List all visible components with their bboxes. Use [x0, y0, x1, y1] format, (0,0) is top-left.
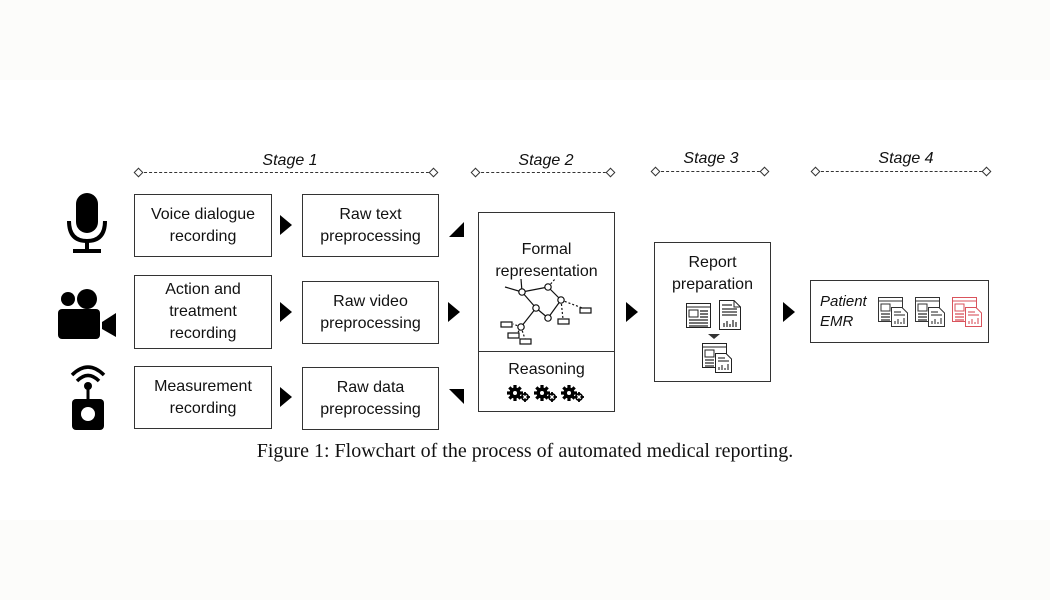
stage-1-end-marker [428, 167, 439, 178]
box-text-line: preprocessing [320, 400, 421, 418]
arrow-to-stage-3 [626, 302, 638, 322]
arrow-to-stage-2 [448, 302, 460, 322]
box-text-line: Action and [165, 281, 241, 298]
gears-icon [507, 385, 585, 403]
stage-1-span-line [139, 172, 434, 173]
box-text-line: Raw text [339, 205, 402, 223]
emr-report-icons [878, 297, 988, 329]
document-layout-icon [686, 303, 711, 328]
raw-data-preprocessing-box: Raw data preprocessing [302, 367, 439, 430]
arrow-right [280, 302, 292, 322]
stage-3-end-marker [759, 166, 770, 177]
wireless-sensor-icon [70, 365, 106, 430]
patient-emr-box: Patient EMR [810, 280, 989, 343]
reasoning-label: Reasoning [508, 361, 585, 378]
gear-icon [534, 385, 550, 401]
arrow-to-stage-4 [783, 302, 795, 322]
microphone-icon [67, 193, 107, 253]
stage-4-label: Stage 4 [878, 150, 934, 167]
stage-3-span-line [656, 171, 765, 172]
gear-icon [561, 385, 577, 401]
report-icon-highlighted [952, 297, 982, 327]
arrow-right [280, 215, 292, 235]
stage-4-end-marker [981, 166, 992, 177]
title-line: preparation [672, 276, 753, 293]
figure-caption: Figure 1: Flowchart of the process of au… [256, 440, 794, 462]
box-text-line: Voice dialogue [150, 205, 256, 223]
report-icon [915, 297, 945, 327]
measurement-recording-box: Measurement recording [134, 366, 272, 429]
title-line: Formal [521, 241, 572, 258]
box-text-line: Measurement [154, 377, 252, 395]
arrow-right [280, 387, 292, 407]
bottom-margin-band [0, 520, 1050, 600]
stage-2-span-line [476, 172, 611, 173]
voice-dialogue-recording-box: Voice dialogue recording [134, 194, 272, 257]
stage-2-start-marker [470, 167, 481, 178]
patient-emr-label: Patient EMR [820, 292, 867, 332]
label-line: EMR [820, 313, 854, 330]
stage-4-span-line [816, 171, 987, 172]
box-text-line: preprocessing [320, 227, 421, 245]
action-treatment-recording-box: Action and treatment recording [134, 275, 272, 349]
raw-text-preprocessing-box: Raw text preprocessing [302, 194, 439, 257]
stage-2-end-marker [605, 167, 616, 178]
arrow-to-stage-2 [449, 389, 464, 404]
raw-video-preprocessing-box: Raw video preprocessing [302, 281, 439, 344]
stage-1-start-marker [133, 167, 144, 178]
arrow-to-stage-2 [449, 222, 464, 237]
box-text-line: preprocessing [320, 314, 421, 332]
box-text-line: recording [169, 399, 237, 417]
chart-report-icon [719, 300, 741, 330]
report-preparation-title: Report preparation [655, 252, 770, 296]
box-text-line: treatment [169, 303, 237, 320]
box-text-line: Raw data [336, 378, 405, 396]
video-camera-icon [58, 289, 116, 339]
title-line: Report [688, 254, 737, 271]
stage-2-label: Stage 2 [518, 152, 574, 169]
stage-3-start-marker [650, 166, 661, 177]
box-text-line: Raw video [333, 292, 408, 310]
knowledge-graph-icon [500, 278, 592, 345]
formal-representation-reasoning-box: Formal representation Reasoning [478, 212, 615, 412]
label-line: Patient [820, 293, 867, 310]
combined-report-icon [702, 343, 732, 373]
top-margin-band [0, 0, 1050, 80]
box-text-line: recording [169, 227, 237, 245]
report-icon [878, 297, 908, 327]
stage-3-label: Stage 3 [683, 150, 739, 167]
section-divider [479, 351, 614, 352]
stage-4-start-marker [810, 166, 821, 177]
gear-icon [507, 385, 523, 401]
merge-arrow-icon [708, 334, 720, 339]
report-preparation-box: Report preparation [654, 242, 771, 382]
box-text-line: recording [169, 325, 237, 342]
stage-1-label: Stage 1 [262, 152, 318, 169]
